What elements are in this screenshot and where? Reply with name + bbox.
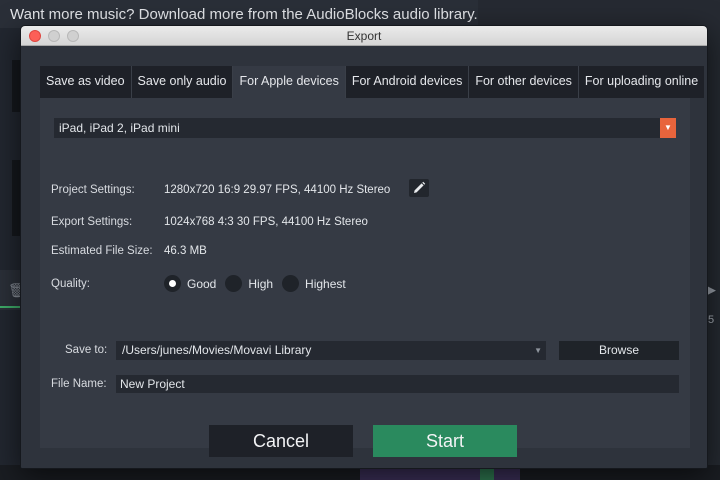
export-tabs: Save as video Save only audio For Apple … — [40, 66, 705, 98]
quality-option-highest[interactable]: Highest — [282, 275, 346, 292]
save-path-select[interactable]: /Users/junes/Movies/Movavi Library ▼ — [116, 341, 546, 360]
file-size-label: Estimated File Size: — [51, 245, 153, 257]
export-settings-label: Export Settings: — [51, 216, 133, 228]
radio-button-high[interactable] — [225, 275, 243, 292]
window-title: Export — [346, 29, 382, 43]
apple-devices-panel: iPad, iPad 2, iPad mini ▼ Project Settin… — [40, 98, 690, 457]
tab-for-other-devices[interactable]: For other devices — [469, 66, 579, 98]
browse-button[interactable]: Browse — [559, 341, 679, 360]
export-dialog: Export Save as video Save only audio For… — [20, 25, 708, 469]
tab-save-as-video[interactable]: Save as video — [40, 66, 132, 98]
save-path-value: /Users/junes/Movies/Movavi Library — [122, 343, 312, 357]
file-name-input[interactable]: New Project — [116, 375, 679, 393]
quality-label: Quality: — [51, 278, 90, 290]
quality-option-good[interactable]: Good — [164, 275, 216, 292]
device-select[interactable]: iPad, iPad 2, iPad mini ▼ — [54, 118, 676, 138]
window-titlebar: Export — [21, 26, 707, 46]
start-button[interactable]: Start — [373, 425, 517, 457]
device-select-value: iPad, iPad 2, iPad mini — [59, 121, 180, 135]
quality-option-high[interactable]: High — [225, 275, 273, 292]
edit-project-settings-button[interactable] — [409, 179, 429, 197]
cancel-button[interactable]: Cancel — [209, 425, 353, 457]
pencil-icon — [414, 181, 426, 193]
chevron-down-icon[interactable]: ▼ — [534, 341, 542, 360]
background-topbar: Want more music? Download more from the … — [0, 0, 478, 28]
tab-for-uploading-online[interactable]: For uploading online — [578, 66, 705, 98]
quality-radio-group: Good High Highest — [164, 275, 355, 292]
file-name-label: File Name: — [51, 378, 107, 390]
tab-for-apple-devices[interactable]: For Apple devices — [233, 66, 346, 98]
export-settings-value: 1024x768 4:3 30 FPS, 44100 Hz Stereo — [164, 216, 368, 228]
project-settings-label: Project Settings: — [51, 184, 135, 196]
tab-save-only-audio[interactable]: Save only audio — [131, 66, 234, 98]
file-size-value: 46.3 MB — [164, 245, 207, 257]
radio-button-good[interactable] — [164, 275, 181, 292]
quality-option-label: High — [248, 276, 274, 291]
radio-button-highest[interactable] — [282, 275, 300, 292]
quality-option-label: Good — [187, 276, 217, 291]
background-right-label: 5 — [708, 314, 715, 326]
tab-for-android-devices[interactable]: For Android devices — [345, 66, 470, 98]
audioblocks-banner[interactable]: Want more music? Download more from the … — [10, 6, 478, 23]
quality-option-label: Highest — [305, 276, 346, 291]
chevron-down-icon[interactable]: ▼ — [660, 118, 676, 138]
background-progress-line — [0, 306, 20, 308]
project-settings-value: 1280x720 16:9 29.97 FPS, 44100 Hz Stereo — [164, 184, 391, 196]
save-to-label: Save to: — [65, 344, 108, 356]
